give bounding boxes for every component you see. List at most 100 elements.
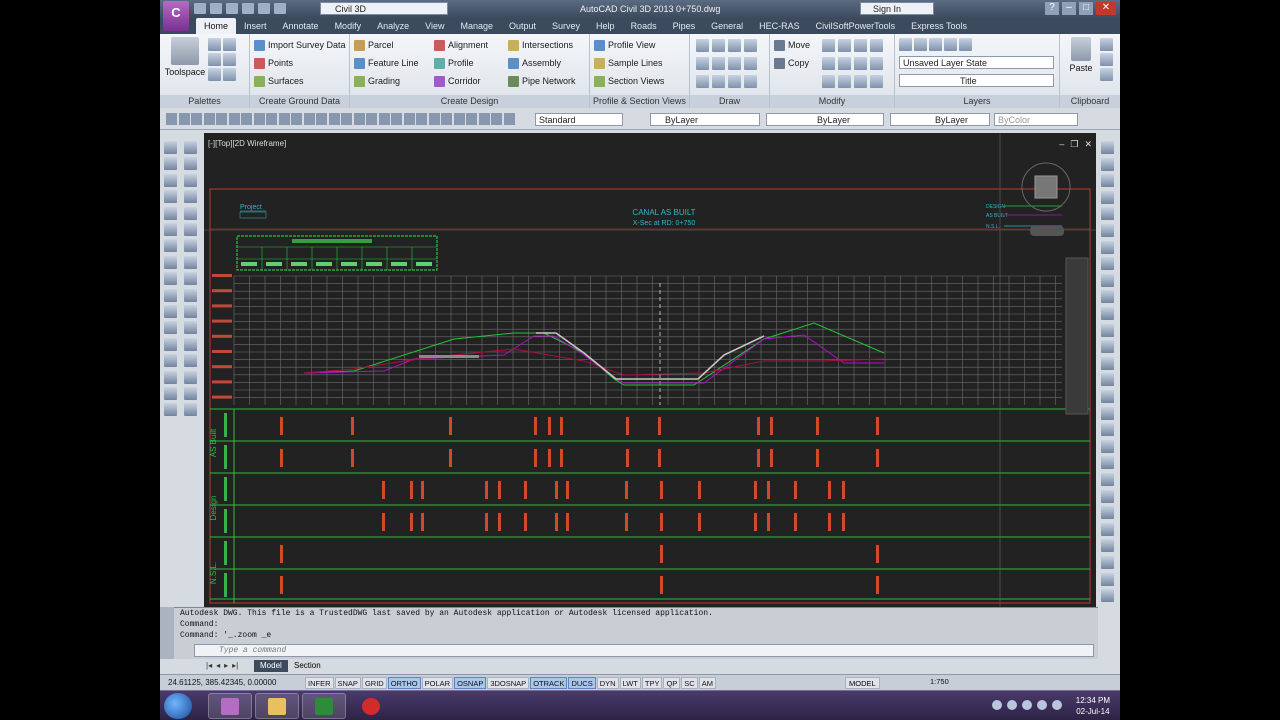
tab-output[interactable]: Output: [501, 18, 544, 34]
layer-property-dropdown[interactable]: ByLayer: [650, 113, 760, 126]
toggle-otrack[interactable]: OTRACK: [530, 677, 568, 689]
dimension-tool-icon[interactable]: [291, 113, 302, 125]
palette-tool-icon[interactable]: [164, 272, 177, 286]
palette-tool-icon[interactable]: [184, 354, 197, 368]
palette-tool-icon[interactable]: [1101, 307, 1114, 320]
annotation-scale[interactable]: 1:750: [930, 677, 949, 686]
dimension-tool-icon[interactable]: [503, 113, 515, 125]
vp-restore-icon[interactable]: ❐: [1070, 139, 1078, 150]
panel-title[interactable]: Create Design: [350, 95, 589, 108]
palette-tool-icon[interactable]: [1101, 522, 1114, 536]
panel-title[interactable]: Clipboard: [1060, 95, 1120, 108]
dimension-tool-icon[interactable]: [441, 113, 452, 125]
palette-tool-icon[interactable]: [184, 255, 197, 269]
palette-tool-icon[interactable]: [164, 141, 177, 154]
palette-tool-icon[interactable]: [1101, 273, 1114, 287]
point-icon[interactable]: [696, 75, 709, 88]
palette-tool-icon[interactable]: [164, 239, 177, 253]
toolspace-button[interactable]: Toolspace: [164, 37, 206, 77]
rectangle-icon[interactable]: [696, 57, 709, 70]
model-space-button[interactable]: MODEL: [845, 677, 880, 689]
viewport-controls[interactable]: [-][Top][2D Wireframe]: [208, 139, 286, 148]
toggle-snap[interactable]: SNAP: [334, 677, 361, 689]
toggle-grid[interactable]: GRID: [361, 677, 387, 689]
circle-icon[interactable]: [728, 39, 741, 52]
alignment-button[interactable]: Alignment: [434, 38, 488, 52]
palette-tool-icon[interactable]: [1101, 589, 1114, 603]
surfaces-button[interactable]: Surfaces: [254, 74, 304, 88]
section-views-button[interactable]: Section Views: [594, 74, 664, 88]
palette-tool-icon[interactable]: [184, 305, 197, 318]
palette-tool-icon[interactable]: [1101, 174, 1114, 188]
palette-tool-icon[interactable]: [1101, 506, 1114, 520]
toggle-polar[interactable]: POLAR: [421, 677, 454, 689]
feature-line-button[interactable]: Feature Line: [354, 56, 419, 70]
nav-bar[interactable]: [1065, 257, 1089, 415]
viewcube-icon[interactable]: [1034, 175, 1058, 199]
palette-tool-icon[interactable]: [164, 173, 177, 187]
import-survey-button[interactable]: Import Survey Data: [254, 38, 346, 52]
palette-tool-icon[interactable]: [1101, 489, 1114, 503]
toggle-qp[interactable]: QP: [663, 677, 681, 689]
taskbar-opera[interactable]: [349, 693, 393, 719]
layer-isolate-icon[interactable]: [914, 38, 927, 51]
tab-general[interactable]: General: [703, 18, 751, 34]
toggle-lwt[interactable]: LWT: [619, 677, 641, 689]
taskbar-explorer[interactable]: [255, 693, 299, 719]
explode-icon[interactable]: [838, 75, 851, 88]
palette-tool-icon[interactable]: [1101, 473, 1114, 486]
cut-icon[interactable]: [1100, 38, 1113, 51]
toggle-am[interactable]: AM: [698, 677, 716, 689]
tab-section[interactable]: Section: [288, 660, 327, 672]
palette-tool-icon[interactable]: [164, 223, 177, 236]
layer-state-dropdown[interactable]: Unsaved Layer State: [899, 56, 1054, 69]
settings-icon[interactable]: [223, 38, 236, 51]
palette-tool-icon[interactable]: [164, 354, 177, 368]
hatch-icon[interactable]: [712, 57, 725, 70]
tab-insert[interactable]: Insert: [236, 18, 275, 34]
panel-title[interactable]: Palettes: [160, 95, 249, 108]
palette-tool-icon[interactable]: [1101, 207, 1114, 221]
intersections-button[interactable]: Intersections: [508, 38, 573, 52]
palette-tool-icon[interactable]: [184, 223, 197, 236]
layer-lock-icon[interactable]: [959, 38, 972, 51]
tray-icon[interactable]: [1022, 700, 1032, 710]
dimension-tool-icon[interactable]: [478, 113, 490, 125]
palette-tool-icon[interactable]: [184, 321, 197, 335]
array-icon[interactable]: [854, 57, 867, 70]
toggle-3dosnap[interactable]: 3DOSNAP: [487, 677, 530, 689]
panel-title[interactable]: Draw: [690, 95, 769, 108]
palette-tool-icon[interactable]: [1101, 572, 1114, 586]
palette-tool-icon[interactable]: [164, 190, 177, 204]
palette-tool-icon[interactable]: [184, 173, 197, 187]
redo-icon[interactable]: [274, 3, 286, 14]
linetype-dropdown[interactable]: ByLayer: [766, 113, 884, 126]
dimension-tool-icon[interactable]: [453, 113, 465, 125]
tab-annotate[interactable]: Annotate: [275, 18, 327, 34]
line-icon[interactable]: [696, 39, 709, 52]
taskbar-excel[interactable]: [302, 693, 346, 719]
scale-icon[interactable]: [838, 57, 851, 70]
tab-home[interactable]: Home: [196, 18, 237, 34]
palette-tool-icon[interactable]: [1101, 539, 1114, 553]
dimension-tool-icon[interactable]: [341, 113, 352, 125]
palette-tool-icon[interactable]: [164, 321, 177, 335]
dimension-tool-icon[interactable]: [303, 113, 315, 125]
tray-icon[interactable]: [1007, 700, 1017, 710]
properties-icon[interactable]: [208, 68, 221, 81]
command-line-handle[interactable]: [160, 607, 174, 659]
palette-tool-icon[interactable]: [184, 239, 197, 253]
spline-icon[interactable]: [744, 57, 757, 70]
palette-tool-icon[interactable]: [1101, 323, 1114, 337]
coordinate-readout[interactable]: 24.61125, 385.42345, 0.00000: [168, 678, 276, 687]
undo-icon[interactable]: [258, 3, 270, 14]
palette-tool-icon[interactable]: [1101, 224, 1114, 237]
help-icon[interactable]: ?: [1045, 2, 1059, 15]
lineweight-dropdown[interactable]: ByLayer: [890, 113, 990, 126]
points-button[interactable]: Points: [254, 56, 293, 70]
plot-icon[interactable]: [242, 3, 254, 14]
break-icon[interactable]: [870, 75, 883, 88]
tab-model[interactable]: Model: [254, 660, 288, 672]
tab-hec-ras[interactable]: HEC-RAS: [751, 18, 808, 34]
erase-icon[interactable]: [870, 57, 883, 70]
